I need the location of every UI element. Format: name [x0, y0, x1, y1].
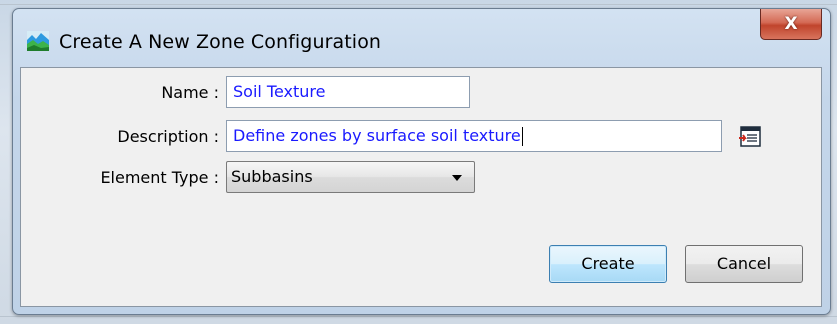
create-zone-configuration-dialog: Create A New Zone Configuration X Name :…	[12, 8, 831, 315]
name-field[interactable]: Soil Texture	[226, 76, 470, 108]
text-caret	[521, 127, 523, 146]
close-button[interactable]: X	[760, 9, 822, 40]
description-field[interactable]: Define zones by surface soil texture	[226, 120, 722, 152]
background-divider	[0, 4, 837, 5]
title-bar[interactable]: Create A New Zone Configuration X	[13, 9, 830, 67]
element-type-value: Subbasins	[231, 167, 313, 186]
create-button[interactable]: Create	[549, 245, 667, 283]
description-text: Define zones by surface soil texture	[233, 126, 521, 145]
chevron-down-icon	[452, 175, 462, 181]
description-label: Description :	[117, 127, 219, 146]
element-type-select[interactable]: Subbasins	[226, 161, 475, 193]
close-icon: X	[784, 14, 798, 34]
dialog-content: Name : Soil Texture Description : Define…	[20, 67, 822, 307]
name-label: Name :	[161, 83, 219, 102]
background-divider	[0, 316, 837, 317]
cancel-button[interactable]: Cancel	[685, 245, 803, 283]
text-editor-icon[interactable]	[739, 125, 763, 149]
element-type-label: Element Type :	[100, 168, 219, 187]
landscape-icon	[27, 31, 49, 51]
dialog-title: Create A New Zone Configuration	[59, 31, 382, 53]
